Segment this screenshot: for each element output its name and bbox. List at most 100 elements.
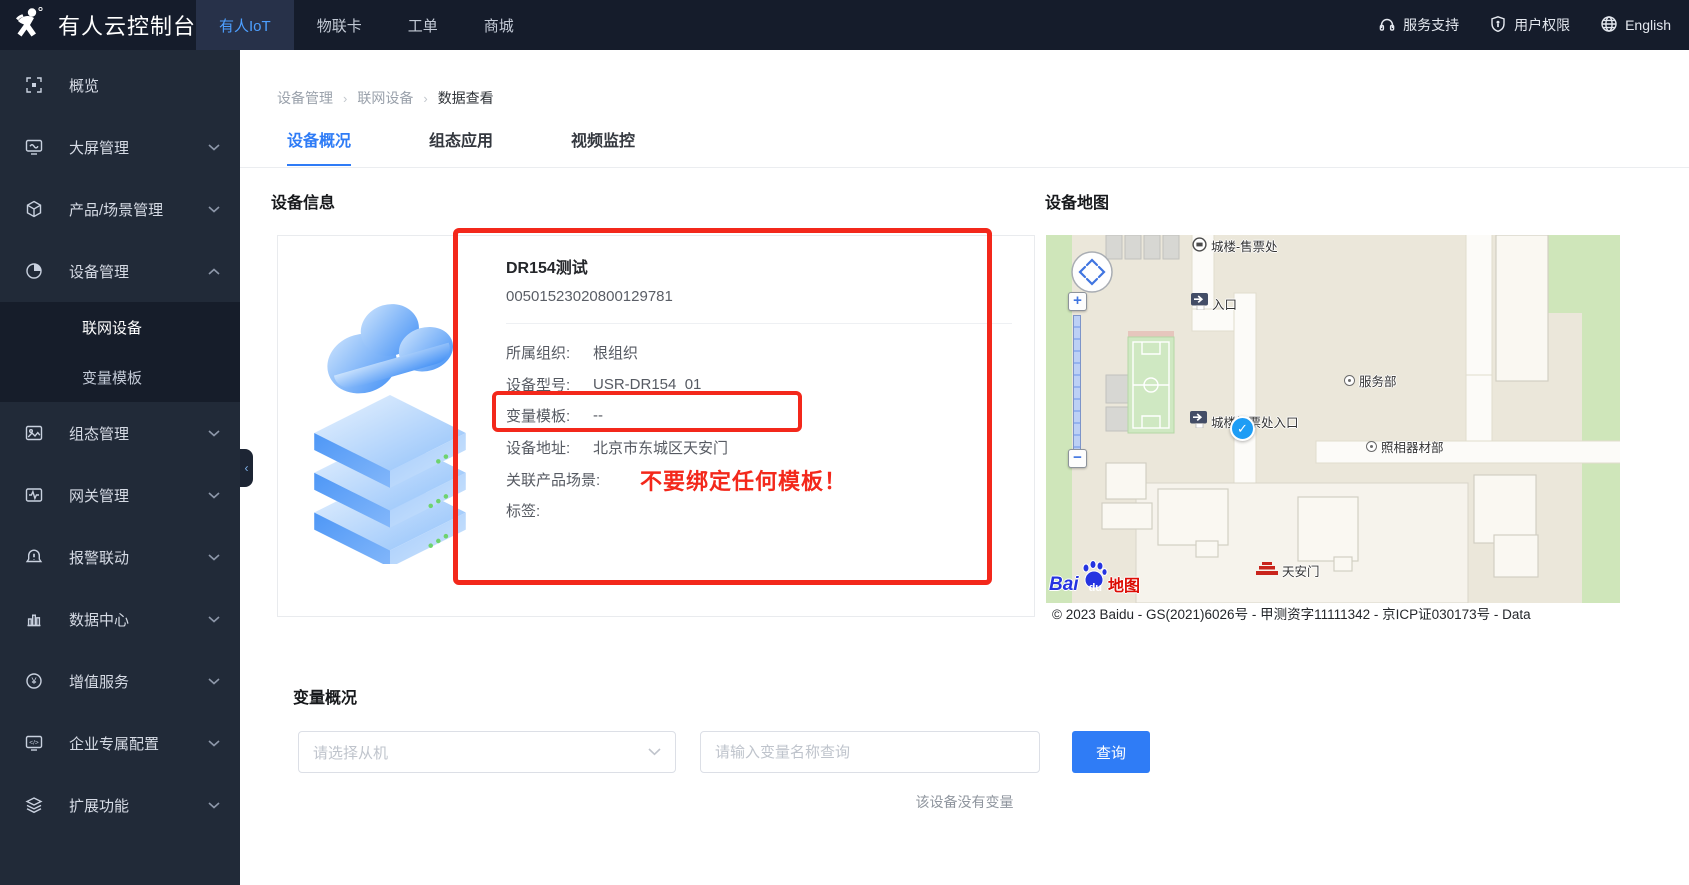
device-fields: 所属组织: 根组织 设备型号: USR-DR154_01 变量模板: -- 设备… [506, 337, 728, 527]
sidebar-item-product-scene[interactable]: 产品/场景管理 [0, 178, 240, 240]
field-row-product-scene: 关联产品场景: [506, 471, 601, 489]
variables-title: 变量概况 [293, 690, 358, 707]
device-id: 00501523020800129781 [506, 288, 673, 305]
map-zoom-slider[interactable] [1073, 315, 1081, 450]
top-tab-usr-iot[interactable]: 有人IoT [196, 0, 294, 50]
tiananmen-gate-icon [1256, 562, 1278, 579]
shield-icon [1489, 15, 1507, 36]
slave-select[interactable]: 请选择从机 [298, 731, 676, 773]
device-info-title: 设备信息 [271, 195, 336, 212]
sidebar-item-screen-mgmt[interactable]: 大屏管理 [0, 116, 240, 178]
top-tab-mall[interactable]: 商城 [461, 0, 537, 50]
service-support-label: 服务支持 [1403, 17, 1460, 33]
chevron-down-icon [208, 491, 220, 499]
picture-icon [25, 424, 43, 442]
svg-text:¥: ¥ [30, 676, 37, 686]
ticket-office-icon [1192, 236, 1207, 255]
map-pan-control[interactable] [1070, 250, 1114, 294]
chevron-down-icon [648, 748, 661, 756]
sidebar-item-overview[interactable]: 概览 [0, 54, 240, 116]
sidebar: 概览 大屏管理 产品/场景管理 设备管理 联网设备 变量模板 组态管理 网关管理… [0, 50, 240, 885]
breadcrumb: 设备管理 › 联网设备 › 数据查看 [277, 88, 494, 108]
layers-icon [25, 796, 43, 814]
entrance-arrow-icon [1191, 293, 1208, 313]
sidebar-item-gateway-mgmt[interactable]: 网关管理 [0, 464, 240, 526]
field-row-tags: 标签: [506, 503, 541, 521]
sidebar-item-label: 设备管理 [69, 263, 130, 281]
language-switch[interactable]: English [1600, 15, 1671, 36]
field-row-address: 设备地址: 北京市东城区天安门 [506, 440, 729, 458]
monitor-code-icon: </> [25, 734, 43, 752]
poi-tiananmen: 天安门 [1256, 561, 1320, 580]
field-row-organization: 所属组织: 根组织 [506, 345, 639, 363]
topbar-right: 服务支持 用户权限 English [1378, 15, 1689, 36]
device-location-marker[interactable]: ✓ [1230, 416, 1255, 441]
variable-search-input[interactable] [700, 731, 1040, 773]
yuan-coin-icon: ¥ [25, 672, 43, 690]
baidu-map[interactable]: + − 城楼-售票处 入口 服务部 城楼检票处入口 照相器材部 天安门 ✓ Ba… [1046, 235, 1620, 603]
app-root: 有人云控制台 有人IoT 物联卡 工单 商城 服务支持 用户权限 English… [0, 0, 1689, 885]
globe-icon [1600, 15, 1618, 36]
svg-text:</>: </> [29, 740, 39, 747]
sidebar-item-device-mgmt[interactable]: 设备管理 [0, 240, 240, 302]
field-row-model: 设备型号: USR-DR154_01 [506, 375, 702, 394]
gateway-pulse-icon [25, 486, 43, 504]
poi-dot-icon [1344, 375, 1355, 386]
top-tab-sim-card[interactable]: 物联卡 [294, 0, 385, 50]
alarm-bell-icon [25, 548, 43, 566]
logo[interactable]: 有人云控制台 [0, 6, 196, 45]
top-tab-work-order[interactable]: 工单 [385, 0, 461, 50]
slave-select-placeholder: 请选择从机 [313, 744, 389, 762]
sidebar-item-label: 大屏管理 [69, 139, 130, 157]
sidebar-subitem-networked-devices[interactable]: 联网设备 [0, 302, 240, 352]
chevron-down-icon [208, 143, 220, 151]
user-permission[interactable]: 用户权限 [1489, 15, 1570, 36]
tabs-divider [240, 167, 1689, 168]
baidu-maps-logo[interactable]: Bai du 地图 [1049, 559, 1140, 596]
service-support[interactable]: 服务支持 [1378, 15, 1459, 36]
sidebar-collapse-handle[interactable]: ‹ [240, 449, 253, 487]
chevron-down-icon [208, 677, 220, 685]
sidebar-item-label: 组态管理 [69, 425, 130, 443]
device-map-title: 设备地图 [1045, 195, 1110, 212]
cloud-server-illustration-icon [300, 264, 480, 569]
language-label: English [1625, 17, 1671, 33]
sidebar-item-alarm-linkage[interactable]: 报警联动 [0, 526, 240, 588]
chevron-down-icon [208, 739, 220, 747]
sidebar-item-data-center[interactable]: 数据中心 [0, 588, 240, 650]
query-button[interactable]: 查询 [1072, 731, 1150, 773]
map-zoom-out-button[interactable]: − [1068, 449, 1087, 468]
breadcrumb-current: 数据查看 [437, 90, 494, 106]
entrance-arrow-icon [1190, 411, 1207, 431]
sidebar-item-scada-mgmt[interactable]: 组态管理 [0, 402, 240, 464]
topbar: 有人云控制台 有人IoT 物联卡 工单 商城 服务支持 用户权限 English [0, 0, 1689, 50]
pie-chart-icon [25, 262, 43, 280]
sidebar-item-enterprise-config[interactable]: </> 企业专属配置 [0, 712, 240, 774]
breadcrumb-device-mgmt[interactable]: 设备管理 [277, 88, 333, 108]
sidebar-item-value-added-services[interactable]: ¥ 增值服务 [0, 650, 240, 712]
map-zoom-in-button[interactable]: + [1068, 292, 1087, 311]
device-name: DR154测试 [506, 260, 588, 277]
user-permission-label: 用户权限 [1514, 17, 1571, 33]
tab-device-overview[interactable]: 设备概况 [287, 127, 352, 166]
bar-chart-icon [25, 610, 43, 628]
topbar-nav: 有人IoT 物联卡 工单 商城 [196, 0, 537, 50]
poi-ticket-office: 城楼-售票处 [1192, 236, 1278, 255]
tab-scada-app[interactable]: 组态应用 [429, 127, 493, 166]
sidebar-item-label: 报警联动 [69, 549, 130, 567]
empty-variables-text: 该设备没有变量 [915, 794, 1014, 810]
map-copyright: © 2023 Baidu - GS(2021)6026号 - 甲测资字11111… [1046, 602, 1689, 628]
cube-icon [25, 200, 43, 218]
breadcrumb-networked-devices[interactable]: 联网设备 [357, 88, 413, 108]
chevron-down-icon [208, 553, 220, 561]
tab-video-monitor[interactable]: 视频监控 [571, 127, 635, 166]
poi-camera-shop: 照相器材部 [1366, 437, 1444, 456]
sidebar-item-label: 数据中心 [69, 611, 130, 629]
chevron-down-icon [208, 801, 220, 809]
map-tiles [1046, 235, 1620, 603]
sidebar-item-extensions[interactable]: 扩展功能 [0, 774, 240, 836]
device-info-divider [506, 323, 1012, 324]
chevron-up-icon [208, 267, 220, 275]
sidebar-subitem-variable-templates[interactable]: 变量模板 [0, 352, 240, 402]
app-title: 有人云控制台 [58, 14, 197, 39]
